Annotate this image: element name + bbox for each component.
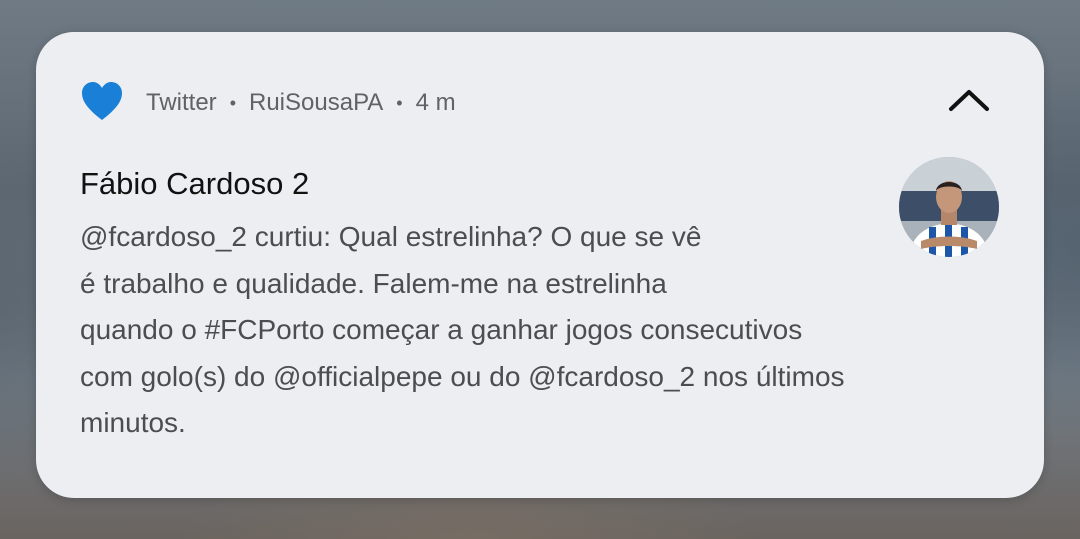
message-line: com golo(s) do @officialpepe ou do @fcar… [80, 360, 845, 392]
separator-dot: • [396, 92, 403, 113]
notification-title: Fábio Cardoso 2 [80, 166, 310, 201]
message-line: quando o #FCPorto começar a ganhar jogos… [80, 314, 803, 345]
app-name: Twitter [146, 89, 217, 116]
notification-header: Twitter • RuiSousaPA • 4 m [146, 87, 456, 119]
avatar [899, 157, 999, 257]
heart-icon [80, 80, 124, 122]
account-name: RuiSousaPA [249, 89, 384, 116]
notification-message: @fcardoso_2 curtiu: Qual estrelinha? O q… [80, 214, 1010, 447]
message-line: é trabalho e qualidade. Falem-me na estr… [80, 267, 667, 299]
notification-card[interactable]: Twitter • RuiSousaPA • 4 m Fábio Cardoso… [36, 32, 1044, 498]
separator-dot: • [229, 92, 236, 113]
message-line: @fcardoso_2 curtiu: Qual estrelinha? O q… [80, 221, 702, 252]
message-line: minutos. [80, 407, 186, 438]
collapse-button[interactable] [944, 80, 994, 124]
timestamp: 4 m [415, 89, 456, 116]
chevron-up-icon [948, 87, 990, 118]
